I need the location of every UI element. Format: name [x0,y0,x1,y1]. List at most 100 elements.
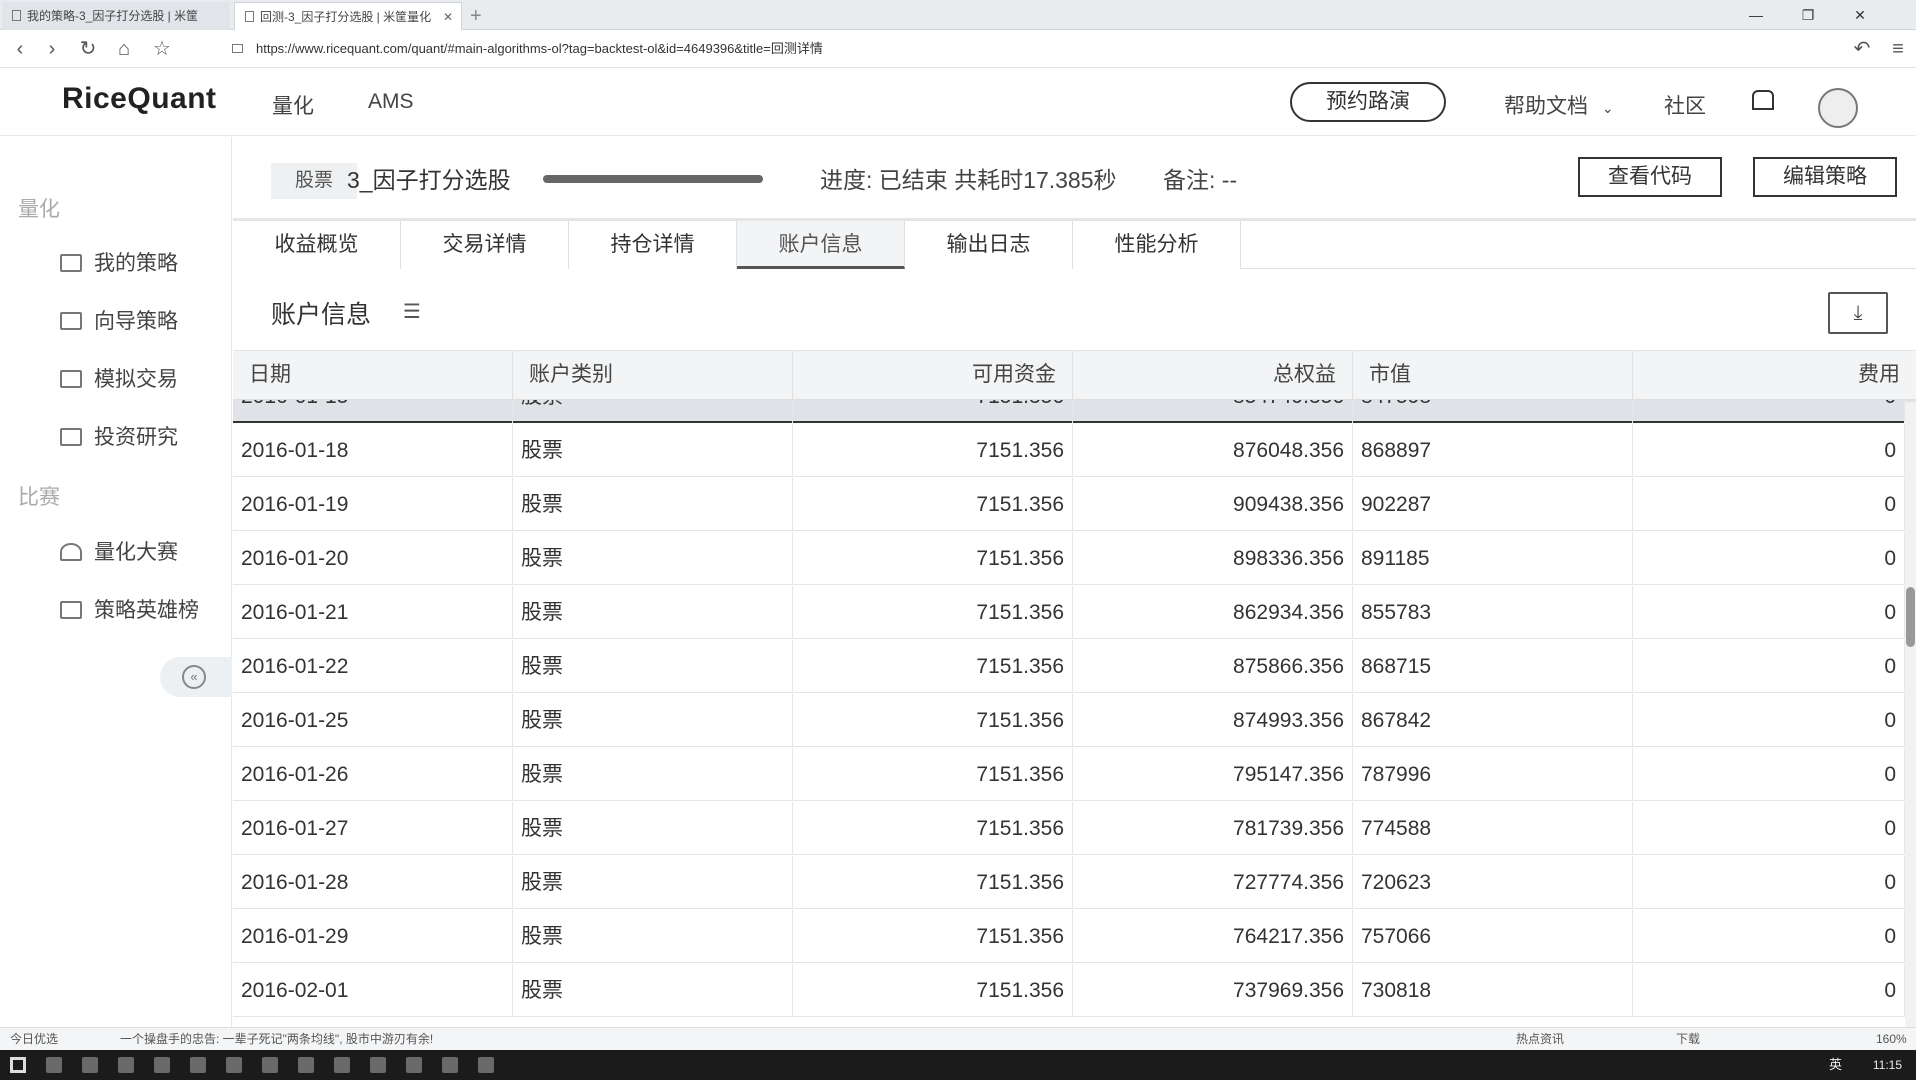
sidebar-item-my-strategies[interactable]: 我的策略 [60,249,178,279]
cell-market-value: 774588 [1353,802,1633,855]
book-roadshow-button[interactable]: 预约路演 [1290,82,1446,122]
collapse-sidebar-button[interactable]: « [160,657,232,697]
sidebar-item-leaderboard[interactable]: 策略英雄榜 [60,596,199,626]
tab-account-info[interactable]: 账户信息 [737,221,905,269]
cell-cash: 7151.356 [793,748,1073,801]
table-row[interactable]: 2016-01-20 股票 7151.356 898336.356 891185 0 [233,532,1916,585]
app-icon[interactable] [298,1057,314,1073]
ricequant-logo[interactable]: RiceQuant [62,82,217,116]
wizard-icon [60,312,82,330]
progress-text: 进度: 已结束 共耗时17.385秒 [820,167,1117,193]
address-bar: ‹ › ↻ ⌂ ☆ https://www.ricequant.com/quan… [0,30,1916,68]
back-icon[interactable]: ‹ [8,37,32,61]
app-icon[interactable] [442,1057,458,1073]
browser-tab-title: 我的策略-3_因子打分选股 | 米筐 [27,9,199,23]
table-row[interactable]: 2016-01-22 股票 7151.356 875866.356 868715 0 [233,640,1916,693]
input-method-indicator[interactable]: 英 [1829,1050,1842,1080]
sidebar-item-wizard-strategies[interactable]: 向导策略 [60,307,178,337]
forward-icon[interactable]: › [40,37,64,61]
column-header-market-value[interactable]: 市值 [1353,351,1633,401]
app-icon[interactable] [226,1057,242,1073]
tab-position-details[interactable]: 持仓详情 [569,221,737,269]
table-scrollbar[interactable] [1905,402,1916,1027]
cell-account-type: 股票 [513,910,793,963]
table-row[interactable]: 2016-01-19 股票 7151.356 909438.356 902287 0 [233,478,1916,531]
strategy-type-badge: 股票 [271,163,357,199]
browser-tab-backtest[interactable]: 回测-3_因子打分选股 | 米筐量化 ✕ [234,2,462,30]
table-row[interactable]: 2016-01-28 股票 7151.356 727774.356 720623 0 [233,856,1916,909]
restore-window-button[interactable]: ❐ [1790,0,1826,30]
tab-returns-overview[interactable]: 收益概览 [233,221,401,269]
explorer-app-icon[interactable] [154,1057,170,1073]
column-header-cash[interactable]: 可用资金 [793,351,1073,401]
minimize-window-button[interactable]: — [1738,0,1774,30]
menu-icon[interactable]: ≡ [1886,37,1910,61]
table-row[interactable]: 2016-01-18 股票 7151.356 876048.356 868897 0 [233,424,1916,477]
zoom-level[interactable]: 160% [1876,1028,1907,1050]
column-header-total-equity[interactable]: 总权益 [1073,351,1353,401]
url-field[interactable]: https://www.ricequant.com/quant/#main-al… [256,30,823,68]
column-header-date[interactable]: 日期 [233,351,513,401]
search-icon[interactable] [46,1057,62,1073]
table-row[interactable]: 2016-02-01 股票 7151.356 737969.356 730818 0 [233,964,1916,1017]
tab-output-log[interactable]: 输出日志 [905,221,1073,269]
table-row[interactable]: 2016-01-25 股票 7151.356 874993.356 867842 0 [233,694,1916,747]
download-link[interactable]: 下载 [1676,1028,1700,1050]
app-icon[interactable] [406,1057,422,1073]
close-tab-icon[interactable]: ✕ [443,3,453,30]
cell-market-value: 720623 [1353,856,1633,909]
cell-account-type: 股票 [513,856,793,909]
nav-ams[interactable]: AMS [368,90,414,114]
table-row[interactable]: 2016-01-21 股票 7151.356 862934.356 855783 0 [233,586,1916,639]
cell-date: 2016-01-19 [233,478,513,531]
tab-trade-details[interactable]: 交易详情 [401,221,569,269]
cell-account-type: 股票 [513,586,793,639]
today-picks-label[interactable]: 今日优选 [10,1028,58,1050]
table-row[interactable]: 2016-01-27 股票 7151.356 781739.356 774588 0 [233,802,1916,855]
new-tab-button[interactable]: + [470,2,482,30]
tab-performance[interactable]: 性能分析 [1073,221,1241,269]
cell-date: 2016-01-20 [233,532,513,585]
edit-strategy-button[interactable]: 编辑策略 [1753,157,1897,197]
shirt-icon[interactable] [1752,90,1774,110]
app-icon[interactable] [334,1057,350,1073]
app-icon[interactable] [370,1057,386,1073]
windows-start-icon[interactable] [10,1057,26,1073]
close-window-button[interactable]: ✕ [1842,0,1878,30]
cell-account-type: 股票 [513,748,793,801]
browser-app-icon[interactable] [118,1057,134,1073]
table-row[interactable]: 2016-01-29 股票 7151.356 764217.356 757066 0 [233,910,1916,963]
cell-fee: 0 [1633,532,1905,585]
sidebar-item-research[interactable]: 投资研究 [60,423,178,453]
table-row[interactable]: 2016-01-26 股票 7151.356 795147.356 787996 0 [233,748,1916,801]
hot-news-link[interactable]: 热点资讯 [1516,1028,1564,1050]
sidebar-item-paper-trading[interactable]: 模拟交易 [60,365,178,395]
column-header-account-type[interactable]: 账户类别 [513,351,793,401]
browser-tab-my-strategy[interactable]: 我的策略-3_因子打分选股 | 米筐 [2,2,230,30]
sidebar-item-contest[interactable]: 量化大赛 [60,538,178,568]
view-code-button[interactable]: 查看代码 [1578,157,1722,197]
home-icon[interactable]: ⌂ [112,37,136,61]
cell-total-equity: 781739.356 [1073,802,1353,855]
cell-total-equity: 876048.356 [1073,424,1353,477]
task-view-icon[interactable] [82,1057,98,1073]
reload-icon[interactable]: ↻ [76,37,100,61]
download-button[interactable]: ⤓ [1828,292,1888,334]
news-ticker[interactable]: 一个操盘手的忠告: 一辈子死记"两条均线", 股市中游刃有余! [120,1028,433,1050]
scrollbar-thumb[interactable] [1906,587,1915,647]
cell-account-type: 股票 [513,802,793,855]
app-icon[interactable] [478,1057,494,1073]
undo-icon[interactable]: ↶ [1850,37,1874,61]
list-icon[interactable]: ☰ [403,299,423,324]
star-icon[interactable]: ☆ [150,37,174,61]
nav-community[interactable]: 社区 [1664,90,1706,120]
app-icon[interactable] [190,1057,206,1073]
cell-fee: 0 [1633,964,1905,1017]
app-icon[interactable] [262,1057,278,1073]
nav-quant[interactable]: 量化 [272,90,314,120]
avatar[interactable] [1818,88,1858,128]
sidebar-item-label: 策略英雄榜 [94,599,199,622]
column-header-fee[interactable]: 费用 [1633,351,1916,401]
clock[interactable]: 11:15 [1873,1050,1902,1080]
help-docs-menu[interactable]: 帮助文档 ⌄ [1504,90,1614,120]
